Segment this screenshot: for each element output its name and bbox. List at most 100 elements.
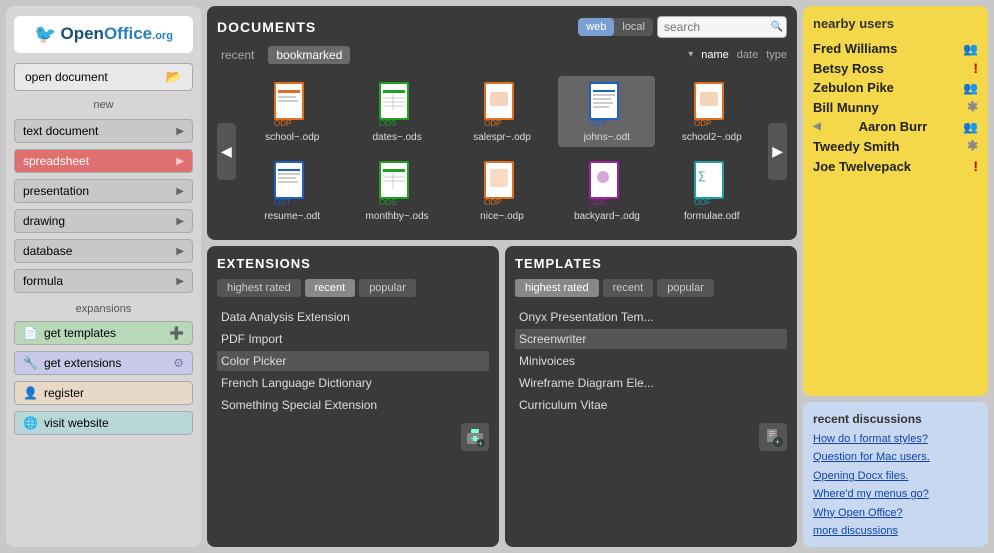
tpl-tab-highest-rated[interactable]: highest rated [515,279,599,297]
user-item[interactable]: Tweedy Smith ✱ [813,136,978,156]
more-discussions-link[interactable]: more discussions [813,525,978,537]
user-badge-group2: 👥 [963,81,978,95]
user-name: Zebulon Pike [813,80,894,95]
file-item[interactable]: ODP school2~.odp [663,76,760,147]
gear-icon: ⚙ [173,356,184,370]
docs-nav: recent bookmarked ▾ name date type [217,46,787,64]
prev-arrow[interactable]: ◀ [217,123,236,180]
sort-date[interactable]: date [737,49,758,61]
right-sidebar: nearby users Fred Williams 👥 Betsy Ross … [803,6,988,547]
list-item[interactable]: French Language Dictionary [217,373,489,393]
web-tab[interactable]: web [578,18,614,36]
register-button[interactable]: 👤 register [14,381,193,405]
list-item[interactable]: PDF Import [217,329,489,349]
user-item[interactable]: Bill Munny ✱ [813,97,978,117]
arrow-icon: ▶ [176,246,184,257]
get-extensions-button[interactable]: 🔧 get extensions ⚙ [14,351,193,375]
file-icon-odt2: ODT [268,159,316,207]
svg-text:ODG: ODG [589,198,607,207]
ext-tab-popular[interactable]: popular [359,279,416,297]
logo-area: 🐦 OpenOffice.org [14,16,193,53]
bottom-panels: EXTENSIONS highest rated recent popular … [207,246,797,547]
list-item[interactable]: Color Picker [217,351,489,371]
file-icon-odt: ODT [583,80,631,128]
file-item[interactable]: ODP nice~.odp [454,155,551,226]
discussion-link[interactable]: Why Open Office? [813,506,978,521]
add-extension-icon[interactable]: + [461,423,489,451]
web-local-tabs: web local [578,18,653,36]
user-item[interactable]: Zebulon Pike 👥 [813,78,978,97]
menu-text-document[interactable]: text document ▶ [14,119,193,143]
list-item[interactable]: Wireframe Diagram Ele... [515,373,787,393]
recent-discussions-panel: recent discussions How do I format style… [803,402,988,547]
file-name: backyard~.odg [574,211,640,222]
expansions-label: expansions [14,303,193,315]
list-item[interactable]: Minivoices [515,351,787,371]
user-name: Fred Williams [813,41,897,56]
next-arrow[interactable]: ▶ [768,123,787,180]
menu-presentation[interactable]: presentation ▶ [14,179,193,203]
list-item[interactable]: Onyx Presentation Tem... [515,307,787,327]
menu-spreadsheet[interactable]: spreadsheet ▶ [14,149,193,173]
svg-text:∑: ∑ [698,170,706,182]
svg-text:ODS: ODS [379,119,396,128]
extensions-list: Data Analysis Extension PDF Import Color… [217,307,489,415]
nearby-users-title: nearby users [813,16,978,31]
files-grid: ODP school~.odp ODS dates~.ods ODP sales… [240,72,764,230]
user-item[interactable]: Fred Williams 👥 [813,39,978,58]
local-tab[interactable]: local [614,18,653,36]
main-content: DOCUMENTS web local recent bookmarked ▾ … [207,6,797,547]
user-badge-star2: ✱ [967,138,978,154]
list-item[interactable]: Something Special Extension [217,395,489,415]
ext-tab-highest-rated[interactable]: highest rated [217,279,301,297]
file-icon-ods: ODS [373,80,421,128]
list-item[interactable]: Screenwriter [515,329,787,349]
file-item[interactable]: ODS monthby~.ods [349,155,446,226]
get-templates-button[interactable]: 📄 get templates ➕ [14,321,193,345]
arrow-left-icon: ◀ [813,121,821,132]
bookmarked-tab[interactable]: bookmarked [268,46,350,64]
user-item[interactable]: ◀ Aaron Burr 👥 [813,117,978,136]
sort-type[interactable]: type [766,49,787,61]
plus-icon: ➕ [169,326,184,340]
search-bar: web local [578,16,787,38]
documents-panel: DOCUMENTS web local recent bookmarked ▾ … [207,6,797,240]
menu-database[interactable]: database ▶ [14,239,193,263]
search-input[interactable] [657,16,787,38]
templates-tabs: highest rated recent popular [515,279,787,297]
recent-tab[interactable]: recent [217,46,258,64]
file-item[interactable]: ODS dates~.ods [349,76,446,147]
visit-website-button[interactable]: 🌐 visit website [14,411,193,435]
file-item[interactable]: ODG backyard~.odg [558,155,655,226]
add-template-icon[interactable]: + [759,423,787,451]
user-item[interactable]: Betsy Ross ! [813,58,978,78]
tpl-tab-popular[interactable]: popular [657,279,714,297]
arrow-icon: ▶ [176,276,184,287]
file-item[interactable]: ODP salespr~.odp [454,76,551,147]
discussion-link[interactable]: Opening Docx files. [813,469,978,484]
docs-content: ◀ ODP school~.odp ODS dates~.ods [217,72,787,230]
file-item[interactable]: ODT resume~.odt [244,155,341,226]
open-document-button[interactable]: open document 📂 [14,63,193,91]
menu-formula[interactable]: formula ▶ [14,269,193,293]
svg-text:ODT: ODT [589,119,606,128]
tpl-tab-recent[interactable]: recent [603,279,654,297]
file-name: formulae.odf [684,211,740,222]
list-item[interactable]: Data Analysis Extension [217,307,489,327]
file-item[interactable]: ODT johns~.odt [558,76,655,147]
svg-text:ODP: ODP [274,119,291,128]
svg-text:ODP: ODP [484,198,501,207]
list-item[interactable]: Curriculum Vitae [515,395,787,415]
file-name: salespr~.odp [473,132,531,143]
svg-text:ODF: ODF [694,198,711,207]
file-item[interactable]: ∑ ODF formulae.odf [663,155,760,226]
discussion-link[interactable]: Where'd my menus go? [813,487,978,502]
discussion-link[interactable]: Question for Mac users. [813,450,978,465]
file-item[interactable]: ODP school~.odp [244,76,341,147]
discussion-link[interactable]: How do I format styles? [813,432,978,447]
user-item[interactable]: Joe Twelvepack ! [813,156,978,176]
templates-panel: TEMPLATES highest rated recent popular O… [505,246,797,547]
menu-drawing[interactable]: drawing ▶ [14,209,193,233]
ext-tab-recent[interactable]: recent [305,279,356,297]
sort-name[interactable]: name [701,49,729,61]
